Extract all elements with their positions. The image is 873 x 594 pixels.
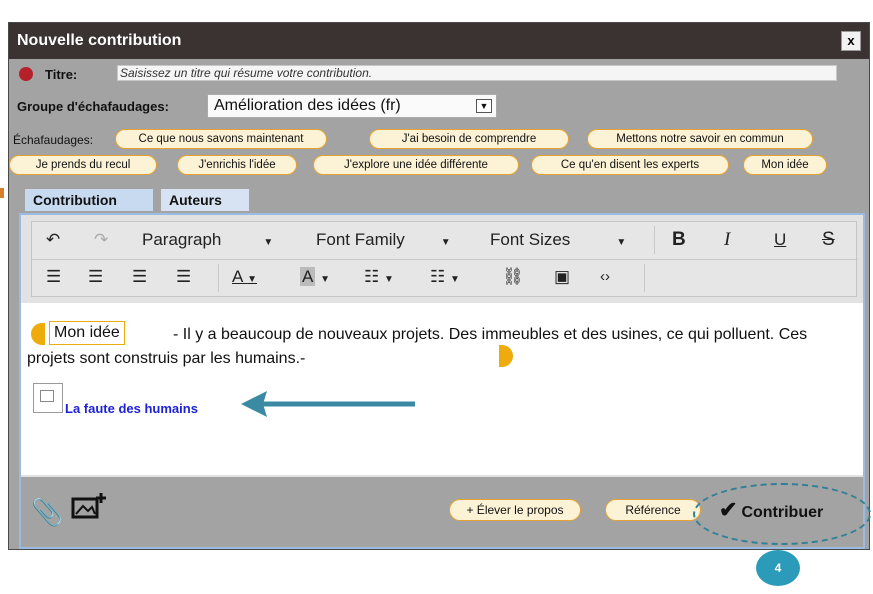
titre-label: Titre: (45, 67, 78, 82)
scaffold-pill[interactable]: Je prends du recul (9, 155, 157, 175)
link-icon[interactable]: ⛓ (502, 262, 524, 292)
image-icon[interactable]: ▣ (554, 262, 570, 292)
groupe-select[interactable]: Amélioration des idées (fr) ▼ (207, 94, 497, 118)
contribution-dialog: Nouvelle contribution x Titre: Saisissez… (8, 22, 870, 550)
titre-input[interactable]: Saisissez un titre qui résume votre cont… (117, 65, 837, 81)
chevron-down-icon: ▼ (440, 237, 451, 248)
underline-button[interactable]: U (774, 225, 786, 255)
dropdown-arrow-icon[interactable]: ▼ (476, 99, 492, 113)
scaffold-pill[interactable]: J'enrichis l'idée (177, 155, 297, 175)
contribution-text: - Il y a beaucoup de nouveaux projets. D… (27, 326, 808, 367)
justify-icon[interactable]: ☰ (176, 262, 191, 292)
elever-propos-button[interactable]: + Élever le propos (449, 499, 581, 521)
scaffold-pill[interactable]: Mettons notre savoir en commun (587, 129, 813, 149)
bullet-list-icon[interactable]: ☷ ▼ (364, 262, 394, 292)
close-button[interactable]: x (841, 31, 861, 51)
toolbar-divider (218, 264, 219, 292)
scaffold-pill[interactable]: Ce qu'en disent les experts (531, 155, 729, 175)
scaffold-pill[interactable]: J'explore une idée différente (313, 155, 519, 175)
chevron-down-icon: ▼ (263, 237, 274, 248)
align-right-icon[interactable]: ☰ (132, 262, 147, 292)
tab-auteurs[interactable]: Auteurs (161, 189, 249, 211)
toolbar-row-divider (32, 259, 858, 260)
redo-icon[interactable]: ↷ (94, 225, 108, 255)
editor-toolbar: ↶ ↷ Paragraph ▼ Font Family ▼ Font Sizes ▼ … (31, 221, 858, 297)
groupe-selected-value: Amélioration des idées (fr) (214, 97, 401, 114)
code-icon[interactable]: ‹› (600, 262, 610, 292)
font-family-dropdown[interactable]: Font Family ▼ (316, 225, 451, 255)
toolbar-divider (644, 264, 645, 292)
scaffold-pill[interactable]: Mon idée (743, 155, 827, 175)
annotation-arrow-icon (241, 391, 415, 417)
align-center-icon[interactable]: ☰ (88, 262, 103, 292)
font-sizes-dropdown[interactable]: Font Sizes ▼ (490, 225, 626, 255)
paragraph-label: Paragraph (142, 230, 222, 249)
callout-highlight-ellipse (693, 483, 871, 545)
required-star-icon (19, 67, 33, 81)
scaffold-pill[interactable]: J'ai besoin de comprendre (369, 129, 569, 149)
reference-button[interactable]: Référence (605, 499, 701, 521)
dialog-title: Nouvelle contribution (17, 32, 182, 49)
font-family-label: Font Family (316, 230, 405, 249)
numbered-list-icon[interactable]: ☷ ▼ (430, 262, 460, 292)
paperclip-icon[interactable]: 📎 (31, 497, 63, 528)
chevron-down-icon: ▼ (616, 237, 627, 248)
attachment-link[interactable]: La faute des humains (65, 401, 198, 416)
align-left-icon[interactable]: ☰ (46, 262, 61, 292)
broken-image-icon (33, 383, 63, 413)
undo-icon[interactable]: ↶ (46, 225, 60, 255)
paragraph-dropdown[interactable]: Paragraph ▼ (142, 225, 273, 255)
tab-contribution[interactable]: Contribution (25, 189, 153, 211)
bold-button[interactable]: B (672, 225, 686, 255)
editor-content[interactable]: Mon idée - Il y a beaucoup de nouveaux p… (21, 303, 863, 475)
strikethrough-button[interactable]: S (822, 225, 835, 255)
font-sizes-label: Font Sizes (490, 230, 571, 249)
text-color-icon[interactable]: A ▼ (232, 262, 257, 292)
groupe-label: Groupe d'échafaudages: (17, 99, 169, 114)
page-edge-mark (0, 188, 4, 198)
add-image-icon[interactable] (71, 491, 107, 521)
scaffold-pill[interactable]: Ce que nous savons maintenant (115, 129, 327, 149)
italic-button[interactable]: I (724, 225, 730, 255)
callout-number-badge: 4 (756, 550, 800, 586)
echafaudages-label: Échafaudages: (13, 133, 94, 147)
dialog-titlebar: Nouvelle contribution x (9, 23, 869, 59)
background-color-icon[interactable]: A ▼ (300, 262, 330, 292)
toolbar-divider (654, 226, 655, 254)
